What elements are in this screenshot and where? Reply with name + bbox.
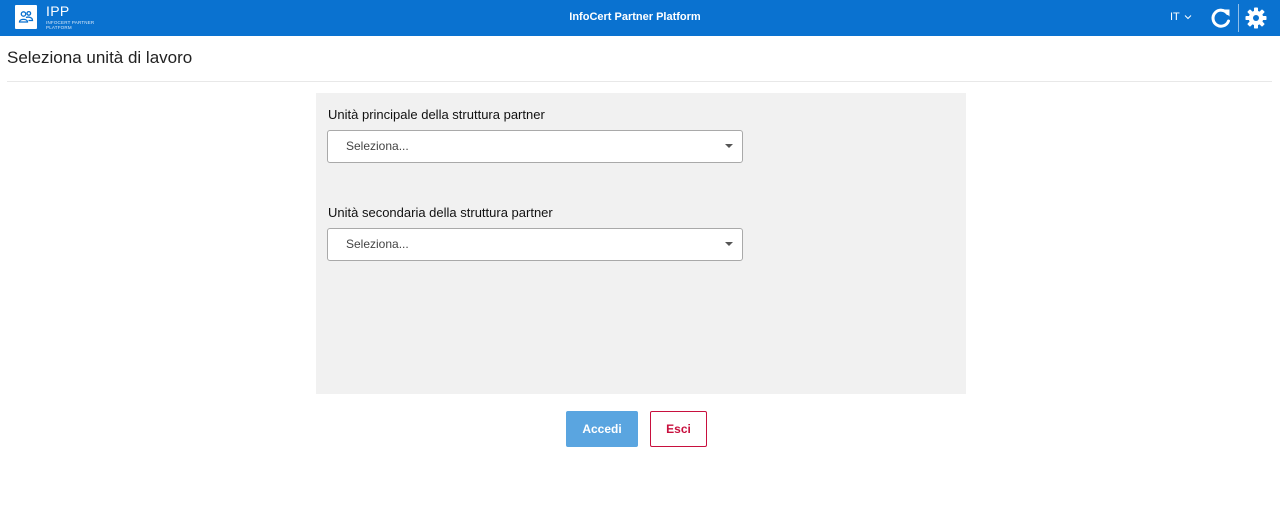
primary-unit-select[interactable]: Seleziona... <box>327 130 743 163</box>
secondary-unit-placeholder: Seleziona... <box>346 237 409 251</box>
primary-unit-label: Unità principale della struttura partner <box>328 107 545 122</box>
title-divider <box>7 81 1272 82</box>
language-label: IT <box>1170 11 1180 23</box>
gear-icon[interactable] <box>1244 6 1268 30</box>
secondary-unit-select[interactable]: Seleziona... <box>327 228 743 261</box>
esci-button[interactable]: Esci <box>650 411 707 447</box>
header-divider <box>1238 4 1239 32</box>
language-selector[interactable]: IT <box>1170 11 1192 23</box>
chevron-down-icon <box>1184 15 1192 20</box>
work-unit-panel: Unità principale della struttura partner… <box>316 93 966 394</box>
top-bar: IPP INFOCERT PARTNER PLATFORM InfoCert P… <box>0 0 1280 36</box>
accedi-button[interactable]: Accedi <box>566 411 638 447</box>
page-title: Seleziona unità di lavoro <box>7 48 193 67</box>
caret-down-icon <box>725 144 733 148</box>
app-title: InfoCert Partner Platform <box>569 11 701 23</box>
refresh-icon[interactable] <box>1209 6 1233 30</box>
primary-unit-placeholder: Seleziona... <box>346 139 409 153</box>
caret-down-icon <box>725 242 733 246</box>
secondary-unit-label: Unità secondaria della struttura partner <box>328 205 553 220</box>
